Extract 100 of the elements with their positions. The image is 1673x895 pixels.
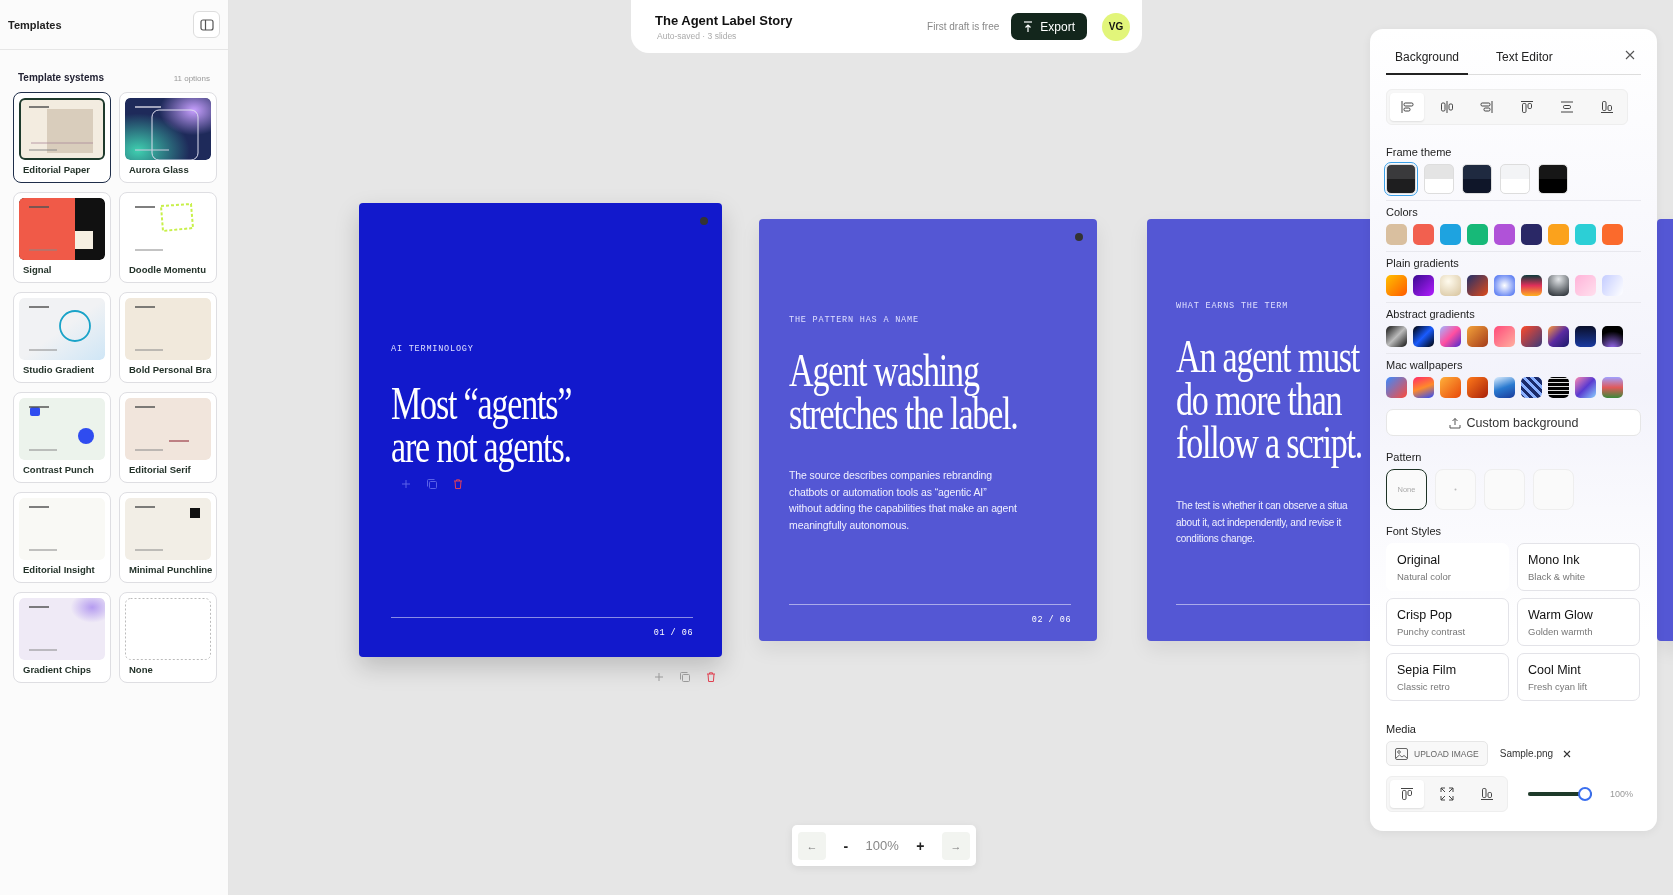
- gradient-swatch[interactable]: [1548, 326, 1569, 347]
- draft-note: First draft is free: [927, 21, 1000, 32]
- template-card[interactable]: Contrast Punch: [13, 392, 111, 483]
- template-card[interactable]: Signal: [13, 192, 111, 283]
- gradient-swatch[interactable]: [1413, 377, 1434, 398]
- style-description: Fresh cyan lift: [1528, 680, 1588, 692]
- slide-label: THE PATTERN HAS A NAME: [789, 315, 919, 325]
- slide-body: The test is whether it can observe a situa about it, act independently, and revise it conditions change.: [1176, 499, 1348, 546]
- custom-background-button[interactable]: Custom background: [1386, 409, 1641, 436]
- template-card[interactable]: Editorial Insight: [13, 492, 111, 583]
- theme-swatch[interactable]: [1462, 164, 1492, 194]
- gradient-swatch[interactable]: [1548, 377, 1569, 398]
- alignment-button[interactable]: [1390, 780, 1424, 808]
- color-swatch[interactable]: [1440, 224, 1461, 245]
- section-label: Mac wallpapers: [1386, 359, 1463, 371]
- tab[interactable]: Background: [1386, 47, 1468, 75]
- color-swatch[interactable]: [1521, 224, 1542, 245]
- close-icon[interactable]: [1625, 50, 1635, 60]
- theme-swatch[interactable]: [1538, 164, 1568, 194]
- color-swatch[interactable]: [1467, 224, 1488, 245]
- color-swatch[interactable]: [1413, 224, 1434, 245]
- template-name: Editorial Serif: [128, 464, 191, 475]
- slide[interactable]: [759, 219, 1097, 641]
- theme-swatch[interactable]: [1424, 164, 1454, 194]
- upload-image-button[interactable]: UPLOAD IMAGE: [1386, 741, 1488, 766]
- gradient-swatch[interactable]: [1467, 275, 1488, 296]
- gradient-swatch[interactable]: [1602, 377, 1623, 398]
- gradient-swatch[interactable]: [1521, 275, 1542, 296]
- slider-thumb[interactable]: [1578, 787, 1592, 801]
- font-style-option[interactable]: Sepia Film Classic retro: [1386, 653, 1509, 701]
- theme-swatch[interactable]: [1500, 164, 1530, 194]
- gradient-swatch[interactable]: [1575, 377, 1596, 398]
- color-swatch[interactable]: [1602, 224, 1623, 245]
- color-swatch[interactable]: [1386, 224, 1407, 245]
- template-card[interactable]: Editorial Serif: [119, 392, 217, 483]
- remove-icon[interactable]: [1563, 749, 1572, 758]
- gradient-swatch[interactable]: [1494, 275, 1515, 296]
- document-title: The Agent Label Story: [655, 12, 794, 28]
- font-style-option[interactable]: Mono Ink Black & white: [1517, 543, 1640, 591]
- gradient-swatch[interactable]: [1440, 377, 1461, 398]
- gradient-swatch[interactable]: [1386, 275, 1407, 296]
- gradient-swatch[interactable]: [1521, 377, 1542, 398]
- previous-button[interactable]: ←: [798, 831, 826, 860]
- font-style-option[interactable]: Cool Mint Fresh cyan lift: [1517, 653, 1640, 701]
- gradient-swatch[interactable]: [1602, 275, 1623, 296]
- panel-toggle-button[interactable]: [193, 11, 220, 38]
- gradient-swatch[interactable]: [1440, 275, 1461, 296]
- slide[interactable]: AI TERMINOLOGY Most “agents” are not agents. 01 / 06: [359, 203, 722, 657]
- template-card[interactable]: Doodle Momentu: [119, 192, 217, 283]
- zoom-out-button[interactable]: -: [839, 837, 853, 854]
- style-description: Golden warmth: [1528, 625, 1593, 637]
- copy-icon[interactable]: [426, 478, 438, 490]
- align-center-icon: [1439, 99, 1455, 115]
- template-card[interactable]: Bold Personal Bra: [119, 292, 217, 383]
- copy-icon[interactable]: [679, 671, 691, 683]
- template-name: Studio Gradient: [22, 364, 95, 375]
- file-name: Sample.png: [1499, 748, 1554, 759]
- gradient-swatch[interactable]: [1467, 377, 1488, 398]
- export-button[interactable]: Export: [1011, 13, 1087, 40]
- template-card[interactable]: Gradient Chips: [13, 592, 111, 683]
- template-card[interactable]: None: [119, 592, 217, 683]
- gradient-swatch[interactable]: [1575, 275, 1596, 296]
- font-style-option[interactable]: Warm Glow Golden warmth: [1517, 598, 1640, 646]
- color-swatch[interactable]: [1494, 224, 1515, 245]
- template-card[interactable]: Aurora Glass: [119, 92, 217, 183]
- gradient-swatch[interactable]: [1494, 326, 1515, 347]
- slide[interactable]: WHAT EARNS THE TERM An agent must do more than follow a script. The test is whether it can observe a situa about it, act independently, and revise it conditions change.: [1147, 219, 1370, 641]
- slide-dot: [1075, 233, 1083, 241]
- section-label: Pattern: [1386, 451, 1422, 463]
- trash-icon[interactable]: [452, 478, 464, 490]
- tab[interactable]: Text Editor: [1490, 47, 1559, 75]
- style-name: Cool Mint: [1528, 662, 1581, 677]
- gradient-swatch[interactable]: [1440, 326, 1461, 347]
- color-swatch[interactable]: [1548, 224, 1569, 245]
- next-button[interactable]: →: [942, 831, 970, 860]
- template-card[interactable]: Editorial Paper: [13, 92, 111, 183]
- trash-icon[interactable]: [705, 671, 717, 683]
- gradient-swatch[interactable]: [1575, 326, 1596, 347]
- slide-label: AI TERMINOLOGY: [391, 344, 474, 354]
- gradient-swatch[interactable]: [1467, 326, 1488, 347]
- gradient-swatch[interactable]: [1386, 326, 1407, 347]
- gradient-swatch[interactable]: [1386, 377, 1407, 398]
- template-card[interactable]: Minimal Punchline: [119, 492, 217, 583]
- template-card[interactable]: Studio Gradient: [13, 292, 111, 383]
- gradient-swatch[interactable]: [1413, 275, 1434, 296]
- gradient-swatch[interactable]: [1602, 326, 1623, 347]
- zoom-level: 100%: [865, 838, 899, 853]
- gradient-swatch[interactable]: [1413, 326, 1434, 347]
- template-name: Minimal Punchline: [128, 564, 213, 575]
- align-right-icon: [1479, 99, 1495, 115]
- gradient-swatch[interactable]: [1494, 377, 1515, 398]
- slide-label: WHAT EARNS THE TERM: [1176, 301, 1289, 311]
- font-style-option[interactable]: Crisp Pop Punchy contrast: [1386, 598, 1509, 646]
- color-swatch[interactable]: [1575, 224, 1596, 245]
- user-avatar[interactable]: VG: [1102, 12, 1130, 41]
- theme-swatch[interactable]: [1386, 164, 1416, 194]
- template-name: None: [128, 664, 153, 675]
- gradient-swatch[interactable]: [1548, 275, 1569, 296]
- gradient-swatch[interactable]: [1521, 326, 1542, 347]
- zoom-in-button[interactable]: +: [912, 837, 929, 854]
